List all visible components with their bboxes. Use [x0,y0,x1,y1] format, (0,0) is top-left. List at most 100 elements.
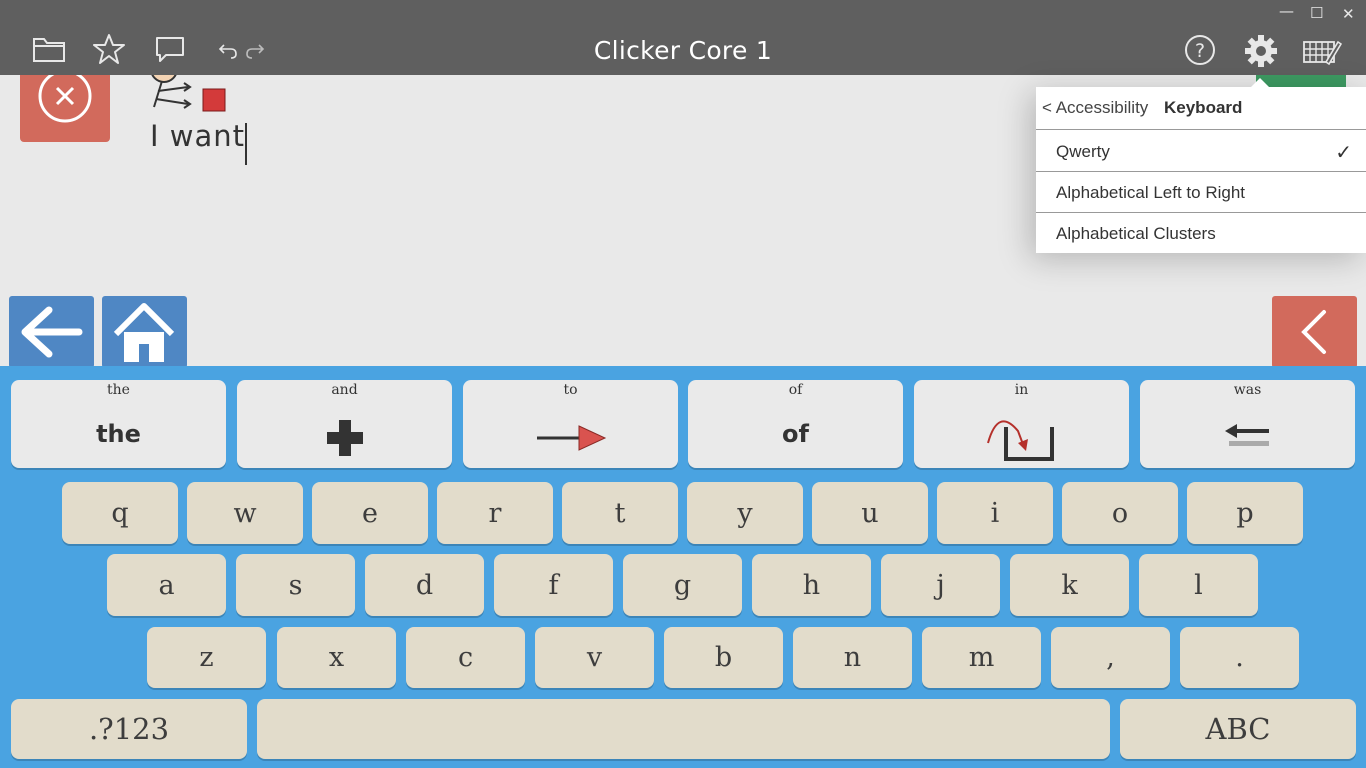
key-m[interactable]: m [922,627,1041,688]
key-label: g [673,569,692,601]
key-w[interactable]: w [187,482,303,544]
word-key-main: the [96,420,141,448]
key-b[interactable]: b [664,627,783,688]
key-label: i [990,497,1000,529]
menu-item-alphabetical-clusters[interactable]: Alphabetical Clusters [1036,213,1366,254]
word-key-the[interactable]: the the [11,380,226,468]
menu-item-label: Alphabetical Left to Right [1056,183,1246,202]
key-x[interactable]: x [277,627,396,688]
clear-button[interactable] [20,75,110,142]
minimize-button[interactable]: — [1279,2,1294,20]
key-label: b [714,642,733,673]
key-label: a [158,569,175,601]
into-box-icon [914,412,1129,464]
word-key-label: the [107,382,130,398]
keyboard-edit-icon[interactable] [1302,36,1342,66]
word-key-label: of [788,382,803,398]
key-j[interactable]: j [881,554,1000,616]
key-v[interactable]: v [535,627,654,688]
key-g[interactable]: g [623,554,742,616]
key-label: t [614,497,626,529]
key-label: y [737,497,753,529]
arrow-right-icon [463,412,678,464]
word-key-label: in [1014,382,1029,398]
numbers-key[interactable]: .?123 [11,699,247,759]
key-label: n [843,642,862,673]
key-label: e [362,497,378,529]
key-label: j [936,569,945,601]
key-label: k [1061,569,1078,601]
close-button[interactable]: ✕ [1342,5,1355,23]
key-label: f [548,569,559,601]
text-caret [245,123,247,165]
key-label: m [968,642,995,673]
key-label: q [111,497,129,529]
key-i[interactable]: i [937,482,1053,544]
past-arrow-icon [1140,412,1355,464]
key-label: ABC [1205,712,1271,746]
home-button[interactable] [102,296,187,368]
word-key-label: and [331,382,358,398]
key-label: z [199,642,214,673]
key-l[interactable]: l [1139,554,1258,616]
key-label: d [415,569,434,601]
key-k[interactable]: k [1010,554,1129,616]
word-key-label: was [1233,382,1262,398]
key-c[interactable]: c [406,627,525,688]
key-u[interactable]: u [812,482,928,544]
key-r[interactable]: r [437,482,553,544]
menu-item-label: Alphabetical Clusters [1056,224,1216,243]
word-key-main: of [782,420,809,448]
key-f[interactable]: f [494,554,613,616]
word-key-and[interactable]: and [237,380,452,468]
menu-item-qwerty[interactable]: Qwerty ✓ [1036,131,1366,172]
want-symbol-icon [148,75,230,117]
maximize-button[interactable]: ☐ [1310,4,1323,22]
word-key-in[interactable]: in [914,380,1129,468]
key-label: l [1194,569,1203,601]
key-q[interactable]: q [62,482,178,544]
key-p[interactable]: p [1187,482,1303,544]
space-key[interactable] [257,699,1110,759]
key-comma[interactable]: , [1051,627,1170,688]
key-label: o [1111,497,1129,529]
menu-item-alphabetical-left-to-right[interactable]: Alphabetical Left to Right [1036,172,1366,213]
key-z[interactable]: z [147,627,266,688]
menu-title: Keyboard [1164,98,1243,117]
gear-icon[interactable] [1244,34,1278,68]
app-title: Clicker Core 1 [593,36,773,65]
checkmark-icon: ✓ [1335,140,1352,164]
word-key-of[interactable]: of of [688,380,903,468]
key-o[interactable]: o [1062,482,1178,544]
key-d[interactable]: d [365,554,484,616]
plus-icon [237,412,452,464]
key-n[interactable]: n [793,627,912,688]
key-t[interactable]: t [562,482,678,544]
word-key-to[interactable]: to [463,380,678,468]
key-label: , [1106,642,1115,673]
word-key-was[interactable]: was [1140,380,1355,468]
key-label: x [328,642,345,673]
written-text: I want [150,119,246,153]
key-label: c [457,642,474,673]
key-a[interactable]: a [107,554,226,616]
key-e[interactable]: e [312,482,428,544]
abc-key[interactable]: ABC [1120,699,1356,759]
key-label: .?123 [88,712,170,746]
help-icon[interactable]: ? [1184,34,1216,66]
key-s[interactable]: s [236,554,355,616]
key-h[interactable]: h [752,554,871,616]
key-label: u [861,497,879,529]
key-label: h [802,569,821,601]
key-period[interactable]: . [1180,627,1299,688]
key-y[interactable]: y [687,482,803,544]
menu-back-accessibility[interactable]: < Accessibility [1042,98,1148,118]
key-label: r [488,497,502,529]
key-label: w [233,497,257,529]
key-label: v [586,642,603,673]
word-key-label: to [563,382,578,398]
back-button[interactable] [9,296,94,368]
previous-page-button[interactable] [1272,296,1357,368]
key-label: p [1236,497,1254,529]
key-label: . [1235,642,1244,673]
